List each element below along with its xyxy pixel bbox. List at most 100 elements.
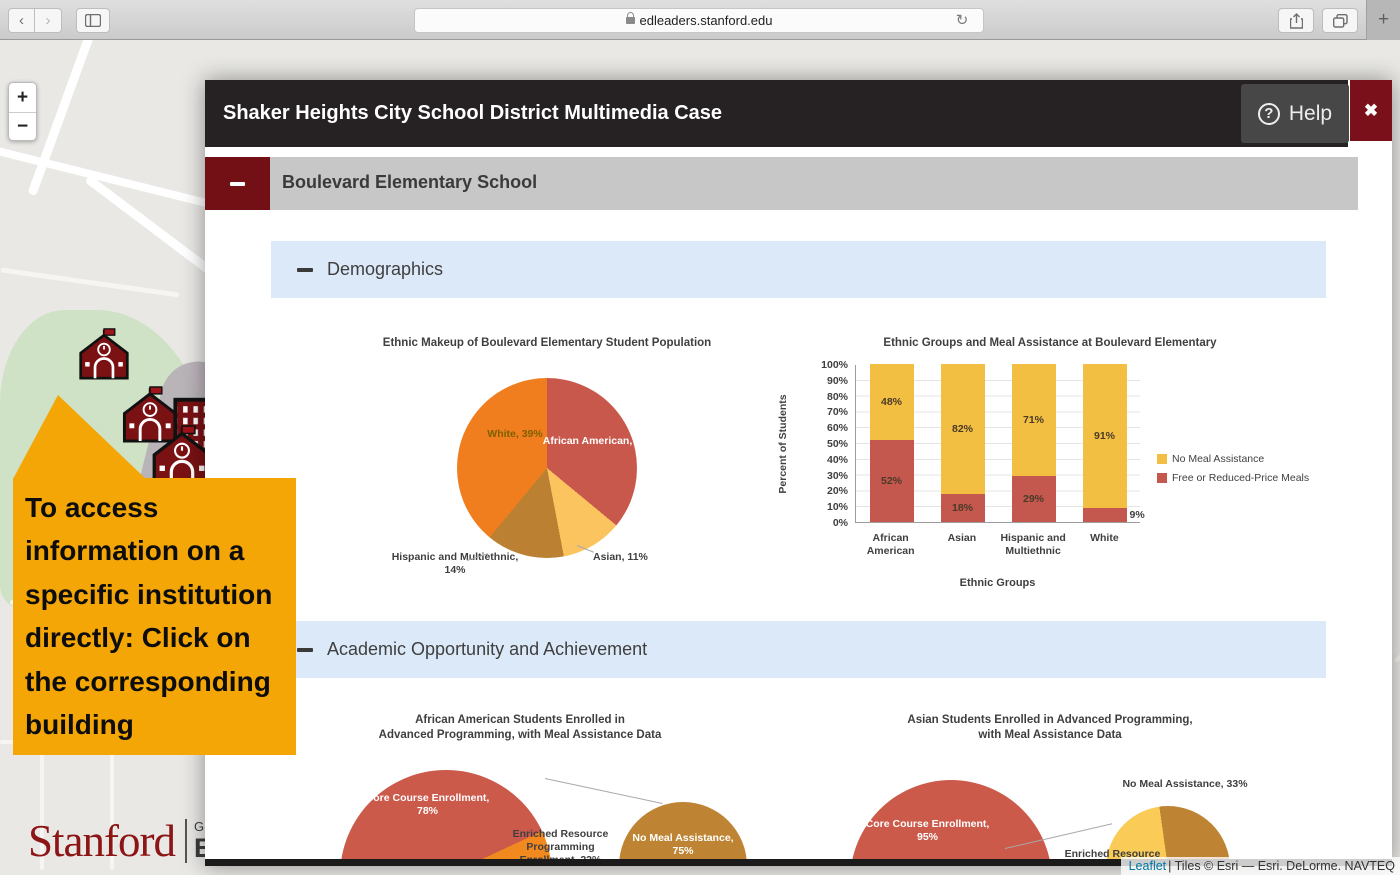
y-tick-label: 40% xyxy=(790,454,848,466)
minus-icon xyxy=(297,648,313,652)
modal-title: Shaker Heights City School District Mult… xyxy=(223,102,722,125)
bar-segment: 52% xyxy=(870,440,914,522)
stacked-bar[interactable]: 82% 18% xyxy=(941,364,985,522)
bar-segment: 91% xyxy=(1083,364,1127,508)
pie1-label-african-american: African American, 36% xyxy=(537,435,662,448)
stanford-logo: Stanford G E xyxy=(28,815,212,867)
pie4-title: Asian Students Enrolled in Advanced Prog… xyxy=(840,713,1260,743)
close-icon: ✖ xyxy=(1364,101,1378,121)
sidebar-icon xyxy=(85,14,101,27)
stanford-wordmark: Stanford xyxy=(28,815,175,867)
section-label: Academic Opportunity and Achievement xyxy=(327,639,647,660)
leaflet-link[interactable]: Leaflet xyxy=(1129,859,1167,873)
y-tick-label: 90% xyxy=(790,375,848,387)
connector-line xyxy=(545,778,663,804)
map-attribution: Leaflet | Tiles © Esri — Esri. DeLorme. … xyxy=(1121,857,1400,875)
minus-icon xyxy=(230,182,245,186)
collapse-school-button[interactable] xyxy=(205,157,270,210)
legend-label: No Meal Assistance xyxy=(1172,453,1264,465)
tabs-icon xyxy=(1333,14,1348,28)
demographics-section-bar[interactable]: Demographics xyxy=(271,241,1326,298)
y-tick-label: 50% xyxy=(790,438,848,450)
pie4-label-core: Core Course Enrollment, 95% xyxy=(865,818,990,844)
legend-swatch-yellow xyxy=(1157,454,1167,464)
bar-y-axis-label: Percent of Students xyxy=(777,394,789,493)
title-line: African American Students Enrolled in xyxy=(320,713,720,728)
legend-label: Free or Reduced-Price Meals xyxy=(1172,472,1309,484)
bar-value-label: 52% xyxy=(870,475,914,487)
map-road xyxy=(1394,621,1400,663)
address-bar[interactable]: edleaders.stanford.edu xyxy=(414,8,984,33)
y-tick-label: 0% xyxy=(790,517,848,529)
bar-segment: 82% xyxy=(941,364,985,494)
minus-icon xyxy=(297,268,313,272)
stacked-bar[interactable]: 48% 52% xyxy=(870,364,914,522)
y-tick-label: 100% xyxy=(790,359,848,371)
bar-x-axis-title: Ethnic Groups xyxy=(855,577,1140,589)
bar-category-label: African American xyxy=(856,532,926,558)
map-road xyxy=(1,267,180,297)
school-section-title: Boulevard Elementary School xyxy=(282,172,537,193)
title-line: with Meal Assistance Data xyxy=(840,728,1260,743)
bar-value-label: 48% xyxy=(870,396,914,408)
share-icon xyxy=(1290,13,1303,29)
bar-value-label: 82% xyxy=(941,423,985,435)
back-button[interactable]: ‹ xyxy=(8,8,35,33)
bar-segment: 48% xyxy=(870,364,914,440)
tiles-credit: | Tiles © Esri — Esri. DeLorme. NAVTEQ xyxy=(1168,859,1395,873)
bar-value-label: 91% xyxy=(1083,430,1127,442)
y-tick-label: 10% xyxy=(790,501,848,513)
bar-segment: 18% xyxy=(941,494,985,522)
bar-value-label: 9% xyxy=(1130,509,1164,521)
bar-segment: 29% xyxy=(1012,476,1056,522)
case-modal: Shaker Heights City School District Mult… xyxy=(205,80,1392,866)
bar-legend: No Meal Assistance Free or Reduced-Price… xyxy=(1157,453,1309,484)
tab-overview-button[interactable] xyxy=(1322,8,1358,33)
y-tick-label: 60% xyxy=(790,422,848,434)
forward-button[interactable]: › xyxy=(35,8,62,33)
title-line: Asian Students Enrolled in Advanced Prog… xyxy=(840,713,1260,728)
bar-value-label: 18% xyxy=(941,502,985,514)
stacked-bar[interactable]: 71% 29% xyxy=(1012,364,1056,522)
school-building-icon[interactable] xyxy=(75,328,133,380)
bar-value-label: 71% xyxy=(1012,414,1056,426)
browser-toolbar: ‹ › edleaders.stanford.edu ↻ + xyxy=(0,0,1400,40)
stacked-bar[interactable]: 91% 9% xyxy=(1083,364,1127,522)
y-tick-label: 20% xyxy=(790,485,848,497)
zoom-out-button[interactable]: − xyxy=(9,112,36,141)
title-line: Advanced Programming, with Meal Assistan… xyxy=(320,728,720,743)
zoom-in-button[interactable]: + xyxy=(9,83,36,112)
logo-divider xyxy=(185,819,187,863)
legend-swatch-red xyxy=(1157,473,1167,483)
pie4-label-no-meal: No Meal Assistance, 33% xyxy=(1105,778,1265,791)
url-text: edleaders.stanford.edu xyxy=(640,13,773,28)
new-tab-button[interactable]: + xyxy=(1366,0,1400,40)
bar-category-label: Asian xyxy=(927,532,997,558)
legend-item-no-meal: No Meal Assistance xyxy=(1157,453,1309,465)
section-label: Demographics xyxy=(327,259,443,280)
pie1-label-asian: Asian, 11% xyxy=(593,551,673,564)
reload-button[interactable]: ↻ xyxy=(952,10,972,30)
pie3-title: African American Students Enrolled in Ad… xyxy=(320,713,720,743)
bar-category-label: Hispanic and Multiethnic xyxy=(998,532,1068,558)
close-button[interactable]: ✖ xyxy=(1350,80,1392,141)
map-zoom-control: + − xyxy=(8,82,37,141)
pie3-label-no-meal: No Meal Assistance, 75% xyxy=(623,832,743,858)
y-tick-label: 70% xyxy=(790,406,848,418)
bar-x-labels: African AmericanAsianHispanic and Multie… xyxy=(855,532,1140,558)
legend-item-free-reduced: Free or Reduced-Price Meals xyxy=(1157,472,1309,484)
academic-section-bar[interactable]: Academic Opportunity and Achievement xyxy=(271,621,1326,678)
sidebar-toggle-button[interactable] xyxy=(76,8,110,33)
bar-value-label: 29% xyxy=(1012,493,1056,505)
callout-pointer xyxy=(13,395,146,479)
question-circle-icon: ? xyxy=(1258,103,1280,125)
bar-segment: 71% xyxy=(1012,364,1056,476)
help-button[interactable]: ? Help xyxy=(1241,84,1349,143)
y-tick-label: 80% xyxy=(790,391,848,403)
bar-segment: 9% xyxy=(1083,508,1127,522)
pie3-label-core: Core Course Enrollment, 78% xyxy=(360,792,495,818)
pie1-title: Ethnic Makeup of Boulevard Elementary St… xyxy=(317,336,777,351)
share-button[interactable] xyxy=(1278,8,1314,33)
y-tick-label: 30% xyxy=(790,470,848,482)
ethnic-makeup-pie[interactable] xyxy=(457,378,637,558)
